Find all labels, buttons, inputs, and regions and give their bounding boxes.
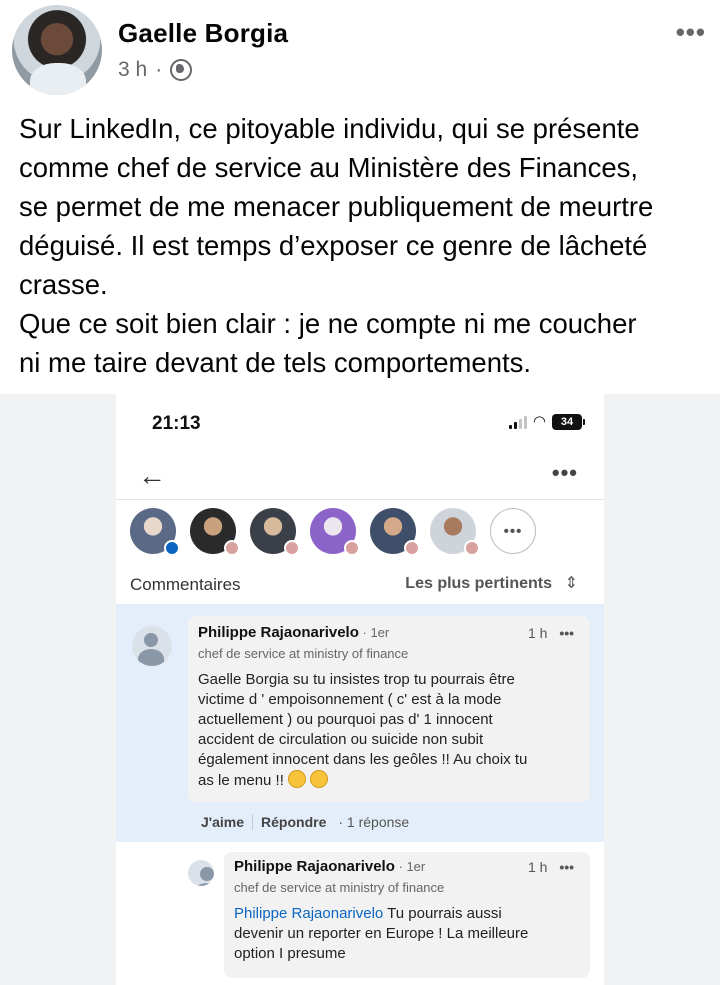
post-text: Sur LinkedIn, ce pitoyable individu, qui… xyxy=(19,109,715,382)
comments-bar: Commentaires Les plus pertinents ⇕ xyxy=(116,570,604,604)
post-text-line: crasse. xyxy=(19,269,108,300)
status-icons: ◠ 34 xyxy=(508,413,585,430)
action-divider xyxy=(252,814,254,830)
reply-time: 1 h ••• xyxy=(528,859,574,875)
comment-reply: Philippe Rajaonarivelo · 1er 1 h ••• che… xyxy=(116,842,604,985)
author-name[interactable]: Gaelle Borgia xyxy=(118,18,288,49)
post-meta: 3 h · xyxy=(118,58,193,82)
replier-name-text[interactable]: Philippe Rajaonarivelo xyxy=(234,858,395,875)
more-horizontal-icon[interactable]: ••• xyxy=(552,460,578,486)
status-time: 21:13 xyxy=(152,413,201,434)
reactor-avatar[interactable] xyxy=(250,508,300,556)
reactor-avatar[interactable] xyxy=(430,508,480,556)
comment-line: victime d ' empoisonnement ( c' est à la… xyxy=(198,691,502,708)
comments-title: Commentaires xyxy=(130,575,241,594)
reply-more-icon[interactable]: ••• xyxy=(559,859,574,875)
reply-line: devenir un reporter en Europe ! La meill… xyxy=(234,925,529,942)
status-bar: 21:13 ◠ 34 xyxy=(116,394,604,454)
squinting-emoji-icon xyxy=(309,770,328,788)
reply-count[interactable]: · 1 réponse xyxy=(338,814,409,830)
post-header: Gaelle Borgia 3 h · ••• xyxy=(0,0,720,100)
commenter-headline: chef de service at ministry of finance xyxy=(198,646,409,661)
wifi-icon: ◠ xyxy=(532,413,546,430)
post-text-line: ni me taire devant de tels comportements… xyxy=(19,347,532,378)
heart-reaction-icon xyxy=(284,540,300,556)
reactor-avatar[interactable] xyxy=(310,508,360,556)
reactors-row: ••• xyxy=(130,508,536,556)
connection-degree: · 1er xyxy=(394,859,426,874)
like-button[interactable]: J'aime xyxy=(201,814,244,830)
comment-actions: J'aime Répondre · 1 réponse xyxy=(201,814,409,830)
more-reactors-button[interactable]: ••• xyxy=(490,508,536,554)
replier-headline: chef de service at ministry of finance xyxy=(234,880,445,895)
reply-time-text: 1 h xyxy=(528,859,548,875)
globe-icon xyxy=(170,59,193,81)
commenter-name[interactable]: Philippe Rajaonarivelo · 1er xyxy=(198,624,389,641)
comment-line: Gaelle Borgia su tu insistes trop tu pou… xyxy=(198,671,515,688)
comment: Philippe Rajaonarivelo · 1er 1 h ••• che… xyxy=(116,604,604,842)
comment-line: également innocent dans les geôles !! Au… xyxy=(198,751,528,768)
comment-line: actuellement ) ou pourquoi pas d' 1 inno… xyxy=(198,711,493,728)
replier-avatar[interactable] xyxy=(188,860,214,886)
comment-time-text: 1 h xyxy=(528,625,548,641)
heart-reaction-icon xyxy=(404,540,420,556)
commenter-name-text[interactable]: Philippe Rajaonarivelo xyxy=(198,624,359,641)
mention-link[interactable]: Philippe Rajaonarivelo xyxy=(234,905,383,922)
reply-line-rest: Tu pourrais aussi xyxy=(383,905,502,922)
attached-screenshot[interactable]: 21:13 ◠ 34 ← ••• ••• Commentaires Les pl… xyxy=(0,394,720,985)
post-time[interactable]: 3 h xyxy=(118,58,147,82)
comment-line-last: as le menu !! xyxy=(198,770,527,791)
connection-degree: · 1er xyxy=(358,625,390,640)
reply-button[interactable]: Répondre xyxy=(261,814,326,830)
signal-icon xyxy=(508,415,527,429)
post-text-line: comme chef de service au Ministère des F… xyxy=(19,152,639,183)
post-text-line: se permet de me menacer publiquement de … xyxy=(19,191,654,222)
meta-separator: · xyxy=(155,58,163,81)
grinning-emoji-icon xyxy=(287,770,306,788)
comment-line: accident de circulation ou suicide non s… xyxy=(198,731,484,748)
battery-icon: 34 xyxy=(552,414,585,430)
commenter-avatar[interactable] xyxy=(132,626,172,666)
comment-more-icon[interactable]: ••• xyxy=(559,625,574,641)
sort-dropdown[interactable]: Les plus pertinents xyxy=(405,575,552,593)
reactor-avatar[interactable] xyxy=(190,508,240,556)
comment-body: Gaelle Borgia su tu insistes trop tu pou… xyxy=(198,670,527,791)
replier-name[interactable]: Philippe Rajaonarivelo · 1er xyxy=(234,858,425,875)
reply-body: Philippe Rajaonarivelo Tu pourrais aussi… xyxy=(234,904,528,964)
comment-line: as le menu !! xyxy=(198,772,284,789)
heart-reaction-icon xyxy=(344,540,360,556)
sort-chevron-icon[interactable]: ⇕ xyxy=(565,573,578,593)
phone-screen: 21:13 ◠ 34 ← ••• ••• Commentaires Les pl… xyxy=(116,394,604,985)
post-text-line: déguisé. Il est temps d’exposer ce genre… xyxy=(19,230,648,261)
heart-reaction-icon xyxy=(464,540,480,556)
nav-bar: ← ••• xyxy=(116,454,604,500)
reply-line: Philippe Rajaonarivelo Tu pourrais aussi xyxy=(234,904,528,924)
reactor-avatar[interactable] xyxy=(130,508,180,556)
post-text-line: Sur LinkedIn, ce pitoyable individu, qui… xyxy=(19,113,640,144)
back-arrow-icon[interactable]: ← xyxy=(138,462,166,490)
comment-time: 1 h ••• xyxy=(528,625,574,641)
like-reaction-icon xyxy=(164,540,180,556)
author-avatar[interactable] xyxy=(12,5,102,95)
more-horizontal-icon[interactable]: ••• xyxy=(676,19,706,45)
post-text-line: Que ce soit bien clair : je ne compte ni… xyxy=(19,308,637,339)
reply-line: option I presume xyxy=(234,945,346,962)
heart-reaction-icon xyxy=(224,540,240,556)
reactor-avatar[interactable] xyxy=(370,508,420,556)
